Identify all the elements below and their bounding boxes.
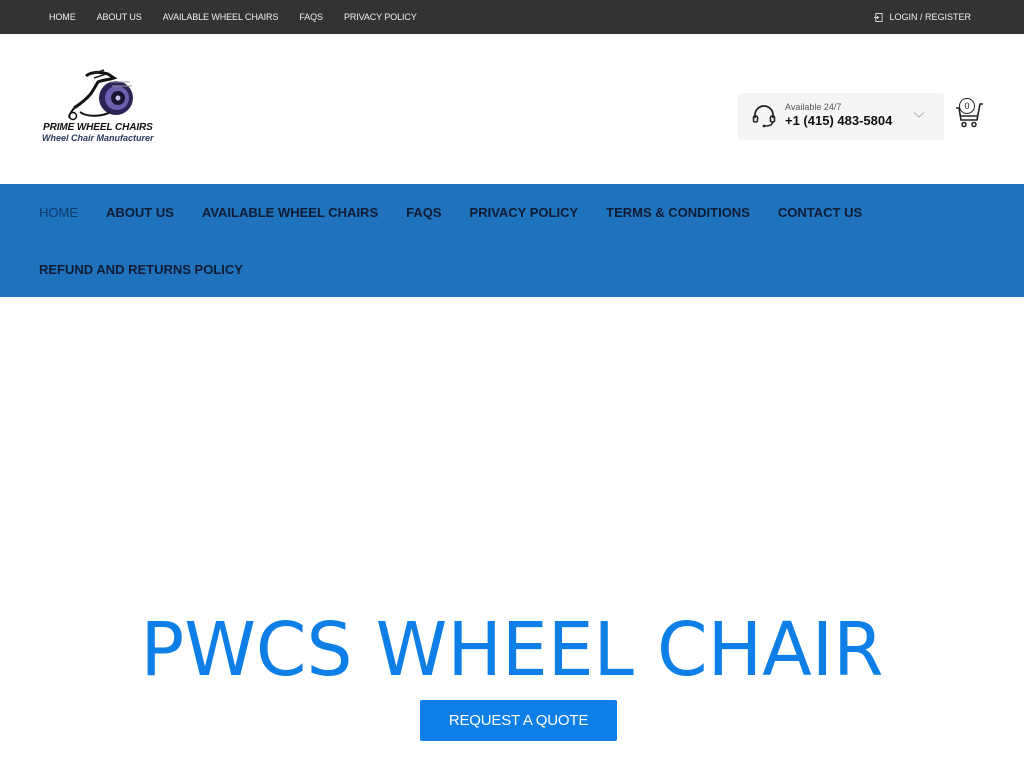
site-logo[interactable]: PRIME WHEEL CHAIRS Wheel Chair Manufactu…: [40, 68, 164, 146]
main-nav-home[interactable]: HOME: [39, 205, 78, 220]
top-nav-about-us[interactable]: ABOUT US: [97, 12, 142, 22]
phone-number[interactable]: +1 (415) 483-5804: [785, 113, 892, 128]
main-nav-row: REFUND AND RETURNS POLICY: [39, 241, 271, 298]
main-nav-row: HOME ABOUT US AVAILABLE WHEEL CHAIRS FAQ…: [39, 184, 890, 241]
main-nav-faqs[interactable]: FAQS: [406, 205, 441, 220]
main-nav-privacy-policy[interactable]: PRIVACY POLICY: [470, 205, 579, 220]
main-nav: HOME ABOUT US AVAILABLE WHEEL CHAIRS FAQ…: [0, 184, 1024, 297]
logo-tagline: Wheel Chair Manufacturer: [42, 133, 154, 143]
availability-text: Available 24/7: [785, 102, 842, 112]
main-nav-terms-conditions[interactable]: TERMS & CONDITIONS: [606, 205, 750, 220]
top-nav-faqs[interactable]: FAQS: [299, 12, 323, 22]
request-quote-button[interactable]: REQUEST A QUOTE: [420, 700, 617, 741]
logo-brand-name: PRIME WHEEL CHAIRS: [43, 122, 153, 133]
headset-icon: [752, 105, 776, 128]
cart-count-badge: 0: [959, 98, 975, 114]
contact-box[interactable]: Available 24/7 +1 (415) 483-5804: [738, 93, 944, 140]
wheelchair-logo-icon: [68, 69, 133, 121]
main-nav-refund-returns-policy[interactable]: REFUND AND RETURNS POLICY: [39, 262, 243, 277]
main-nav-about-us[interactable]: ABOUT US: [106, 205, 174, 220]
login-register-link[interactable]: LOGIN / REGISTER: [874, 0, 971, 34]
chevron-down-icon[interactable]: [913, 111, 925, 119]
main-nav-available-wheel-chairs[interactable]: AVAILABLE WHEEL CHAIRS: [202, 205, 378, 220]
login-register-label: LOGIN / REGISTER: [889, 12, 971, 22]
top-bar: HOME ABOUT US AVAILABLE WHEEL CHAIRS FAQ…: [0, 0, 1024, 34]
main-nav-contact-us[interactable]: CONTACT US: [778, 205, 862, 220]
hero-title: PWCS WHEEL CHAIR: [140, 607, 884, 693]
site-header: PRIME WHEEL CHAIRS Wheel Chair Manufactu…: [0, 34, 1024, 184]
cart-button[interactable]: 0: [955, 96, 985, 128]
top-nav-privacy-policy[interactable]: PRIVACY POLICY: [344, 12, 417, 22]
top-nav-available-wheel-chairs[interactable]: AVAILABLE WHEEL CHAIRS: [163, 12, 279, 22]
hero-section: PWCS WHEEL CHAIR REQUEST A QUOTE: [0, 297, 1024, 768]
login-icon: [874, 12, 884, 22]
top-nav: HOME ABOUT US AVAILABLE WHEEL CHAIRS FAQ…: [49, 0, 438, 34]
top-nav-home[interactable]: HOME: [49, 12, 76, 22]
